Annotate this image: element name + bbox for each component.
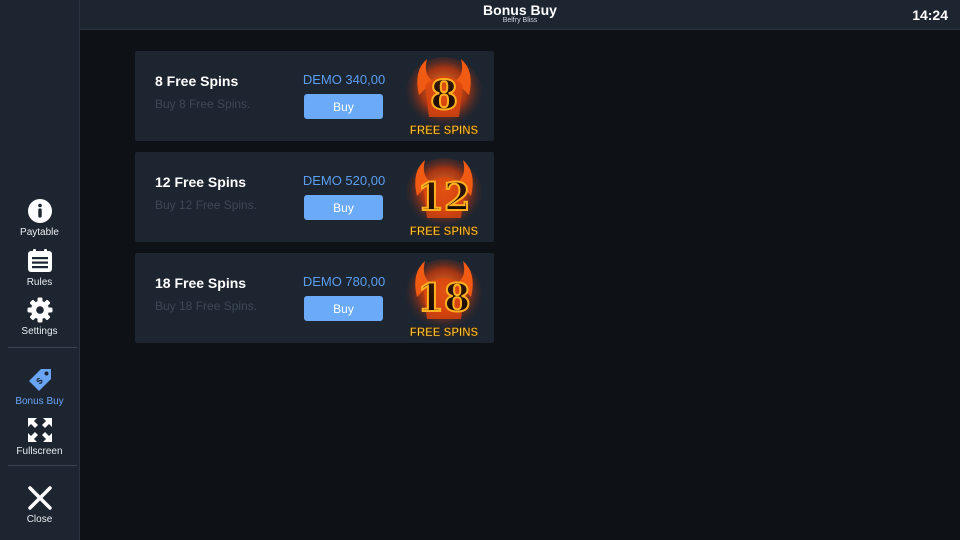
sidebar: Paytable Rules Settings $ Bonus Buy Full… — [0, 0, 80, 540]
offer-price: DEMO 340,00 — [302, 72, 386, 87]
bonus-buy-label: Bonus Buy — [15, 396, 64, 407]
price-tag-icon: $ — [28, 369, 51, 391]
bonus-buy-panel: 8 Free Spins Buy 8 Free Spins. DEMO 340,… — [80, 30, 960, 540]
fullscreen-icon — [27, 418, 52, 442]
clock: 14:24 — [912, 7, 948, 23]
gear-icon — [27, 297, 52, 323]
close-icon — [27, 486, 52, 510]
sidebar-divider — [8, 465, 77, 466]
bonus-buy-button[interactable]: $ Bonus Buy — [0, 367, 79, 413]
badge-number: 8 — [430, 72, 458, 119]
badge-caption: FREE SPINS — [410, 327, 479, 339]
fullscreen-label: Fullscreen — [16, 446, 63, 457]
badge-caption: FREE SPINS — [410, 226, 479, 238]
close-button[interactable]: Close — [0, 485, 79, 531]
offer-title: 12 Free Spins — [155, 174, 247, 190]
free-spins-badge-icon: 18 FREE SPINS — [406, 259, 482, 339]
free-spins-badge-icon: 8 FREE SPINS — [406, 57, 482, 137]
offer-description: Buy 8 Free Spins. — [155, 97, 251, 111]
offer-price: DEMO 780,00 — [302, 274, 386, 289]
info-icon — [27, 199, 52, 223]
badge-caption: FREE SPINS — [410, 125, 479, 137]
offer-title: 18 Free Spins — [155, 275, 247, 291]
page-title: Bonus Buy — [483, 2, 557, 18]
offer-description: Buy 18 Free Spins. — [155, 299, 258, 313]
badge-number: 12 — [418, 174, 471, 219]
offer-card-8-free-spins: 8 Free Spins Buy 8 Free Spins. DEMO 340,… — [135, 51, 494, 141]
buy-button[interactable]: Buy — [304, 195, 383, 220]
sidebar-divider — [8, 347, 77, 348]
free-spins-badge-icon: 12 FREE SPINS — [406, 158, 482, 238]
rules-label: Rules — [26, 277, 53, 288]
header-bar: Bonus Buy Belfry Bliss 14:24 — [80, 0, 960, 30]
badge-number: 18 — [418, 275, 471, 320]
offer-card-18-free-spins: 18 Free Spins Buy 18 Free Spins. DEMO 78… — [135, 253, 494, 343]
rules-button[interactable]: Rules — [0, 248, 79, 294]
offer-card-12-free-spins: 12 Free Spins Buy 12 Free Spins. DEMO 52… — [135, 152, 494, 242]
buy-button[interactable]: Buy — [304, 94, 383, 119]
buy-button[interactable]: Buy — [304, 296, 383, 321]
settings-label: Settings — [21, 326, 58, 337]
offer-price: DEMO 520,00 — [302, 173, 386, 188]
offer-description: Buy 12 Free Spins. — [155, 198, 258, 212]
game-name: Belfry Bliss — [502, 17, 538, 24]
offer-title: 8 Free Spins — [155, 73, 239, 89]
close-label: Close — [26, 514, 53, 525]
fullscreen-button[interactable]: Fullscreen — [0, 417, 79, 463]
paytable-label: Paytable — [20, 227, 59, 238]
settings-button[interactable]: Settings — [0, 297, 79, 343]
paytable-button[interactable]: Paytable — [0, 198, 79, 244]
rules-list-icon — [27, 249, 52, 272]
